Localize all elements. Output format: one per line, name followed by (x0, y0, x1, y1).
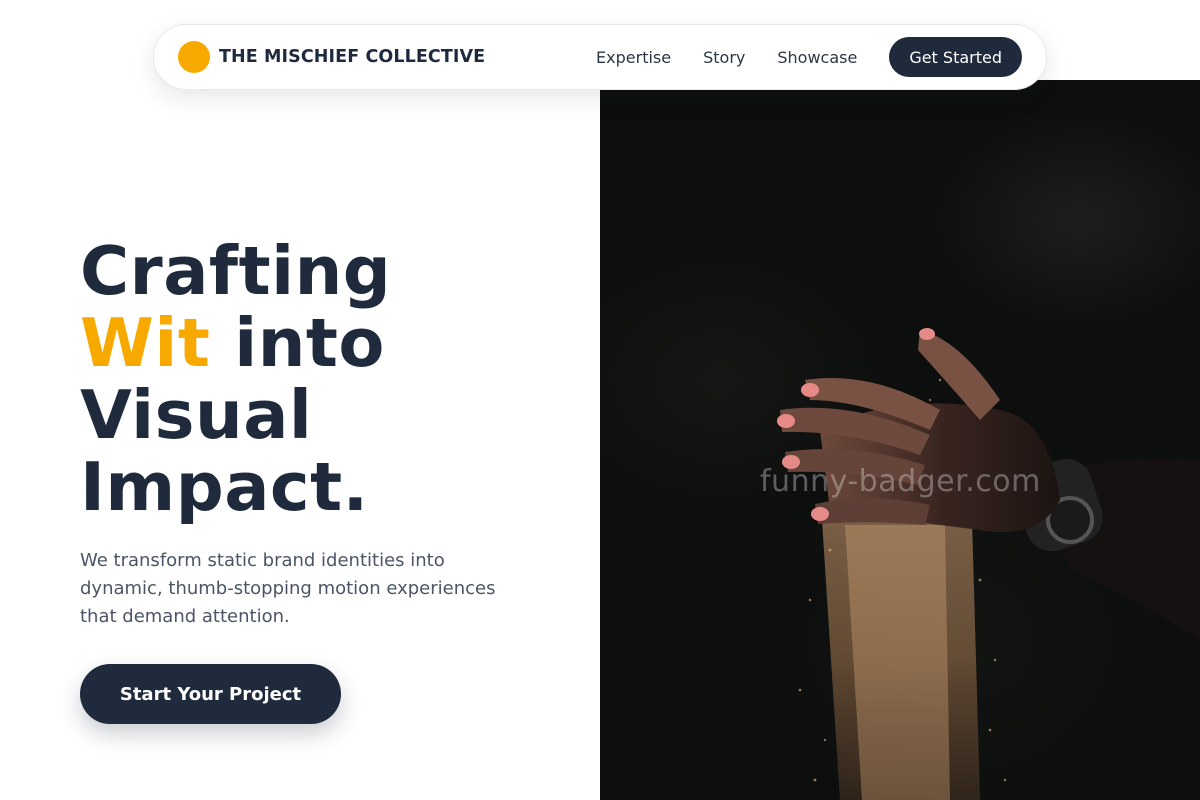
headline-line-3: Visual (80, 376, 313, 454)
hero-photo: funny-badger.com (600, 80, 1200, 800)
hero-subtext: We transform static brand identities int… (80, 550, 496, 627)
watermark-text: funny-badger.com (760, 464, 1041, 499)
headline-line-2-rest: into (210, 304, 385, 382)
nav-link-expertise[interactable]: Expertise (596, 48, 671, 67)
nav-links: Expertise Story Showcase Get Started (596, 37, 1022, 77)
nav-link-story[interactable]: Story (703, 48, 745, 67)
start-project-button[interactable]: Start Your Project (80, 664, 341, 724)
hand-sand-illustration (777, 328, 1200, 800)
headline-line-4: Impact. (80, 448, 369, 526)
headline-accent-word: Wit (80, 304, 211, 382)
hero-headline: Crafting Wit into Visual Impact. (80, 235, 580, 523)
headline-line-1: Crafting (80, 232, 392, 310)
brand-name[interactable]: THE MISCHIEF COLLECTIVE (219, 47, 485, 67)
logo-icon[interactable] (178, 41, 210, 73)
headline-line-2: Wit into (80, 307, 580, 379)
top-navbar: THE MISCHIEF COLLECTIVE Expertise Story … (153, 24, 1047, 90)
nav-link-showcase[interactable]: Showcase (777, 48, 857, 67)
get-started-button[interactable]: Get Started (889, 37, 1022, 77)
